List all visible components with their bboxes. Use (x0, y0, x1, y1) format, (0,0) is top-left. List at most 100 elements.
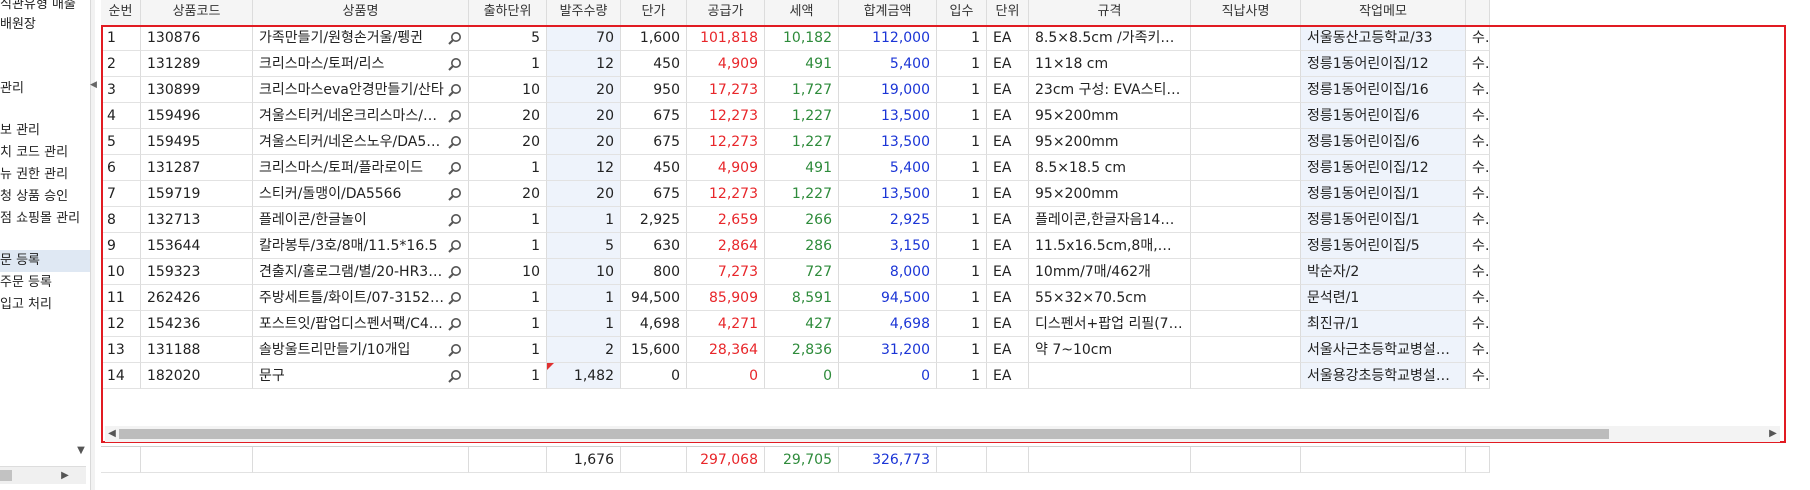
cell-seq[interactable]: 14 (101, 363, 141, 389)
table-row[interactable]: 10 159323 견출지/홀로그램/별/20-HR355/금색 10 10 800 7,2… (101, 259, 1490, 285)
cell-supply[interactable]: 2,659 (687, 207, 765, 233)
cell-vendor[interactable] (1191, 103, 1301, 129)
cell-memo[interactable]: 정릉1동어린이집/6 (1301, 103, 1466, 129)
cell-supply[interactable]: 12,273 (687, 181, 765, 207)
cell-supply[interactable]: 4,271 (687, 311, 765, 337)
cell-memo[interactable]: 정릉1동어린이집/12 (1301, 51, 1466, 77)
cell-name[interactable]: 스티커/돌맹이/DA5566 (253, 181, 469, 207)
cell-total[interactable]: 2,925 (839, 207, 937, 233)
cell-total[interactable]: 112,000 (839, 25, 937, 51)
cell-qty[interactable]: 1 (547, 207, 621, 233)
sidebar-scroll-thumb[interactable] (0, 470, 12, 481)
cell-spec[interactable]: 11×18 cm (1029, 51, 1191, 77)
cell-extra[interactable]: 수 (1466, 311, 1490, 337)
cell-memo[interactable]: 정릉1동어린이집/12 (1301, 155, 1466, 181)
cell-spec[interactable]: 8.5×8.5cm /가족키트, 거… (1029, 25, 1191, 51)
cell-vendor[interactable] (1191, 51, 1301, 77)
sidebar-item-code-management[interactable]: 치 코드 관리 (0, 142, 68, 164)
cell-code[interactable]: 153644 (141, 233, 253, 259)
cell-unit[interactable]: EA (987, 337, 1029, 363)
header-seq[interactable]: 순번 (101, 0, 141, 25)
cell-seq[interactable]: 7 (101, 181, 141, 207)
search-icon[interactable] (448, 57, 462, 71)
cell-code[interactable]: 130899 (141, 77, 253, 103)
cell-supply[interactable]: 85,909 (687, 285, 765, 311)
cell-unit[interactable]: EA (987, 181, 1029, 207)
cell-extra[interactable]: 수 (1466, 181, 1490, 207)
table-row[interactable]: 1 130876 가족만들기/원형손거울/펭귄 5 70 1,600 101,818 10,1… (101, 25, 1490, 51)
header-unit[interactable]: 단위 (987, 0, 1029, 25)
scroll-right-arrow-icon[interactable]: ▶ (1766, 426, 1780, 442)
cell-tax[interactable]: 491 (765, 155, 839, 181)
cell-total[interactable]: 8,000 (839, 259, 937, 285)
table-row[interactable]: 14 182020 문구 1 1,482 0 0 0 0 1 EA 서울용강초등학교병설유치… 수 (101, 363, 1490, 389)
table-row[interactable]: 11 262426 주방세트틀/화이트/07-3152/하페 1 1 94,500 85,9… (101, 285, 1490, 311)
cell-memo[interactable]: 서울용강초등학교병설유치… (1301, 363, 1466, 389)
cell-qty[interactable]: 12 (547, 155, 621, 181)
cell-price[interactable]: 2,925 (621, 207, 687, 233)
cell-vendor[interactable] (1191, 181, 1301, 207)
sidebar-item-order-register-active[interactable]: 문 등록 (0, 250, 92, 272)
cell-per[interactable]: 1 (937, 129, 987, 155)
cell-unit[interactable]: EA (987, 155, 1029, 181)
cell-name[interactable]: 크리스마스/토퍼/리스 (253, 51, 469, 77)
cell-vendor[interactable] (1191, 311, 1301, 337)
cell-seq[interactable]: 4 (101, 103, 141, 129)
search-icon[interactable] (448, 343, 462, 357)
search-icon[interactable] (448, 317, 462, 331)
cell-spec[interactable]: 약 7~10cm (1029, 337, 1191, 363)
table-row[interactable]: 4 159496 겨울스티커/네온크리스마스/DA5547 20 20 675 12,273… (101, 103, 1490, 129)
sidebar-item-ledger[interactable]: 배원장 (0, 14, 36, 36)
cell-spec[interactable]: 디스펜서+팝업 리필(76×7… (1029, 311, 1191, 337)
sidebar-item-receiving[interactable]: 입고 처리 (0, 294, 52, 316)
cell-memo[interactable]: 서울사근초등학교병설유치… (1301, 337, 1466, 363)
cell-memo[interactable]: 문석련/1 (1301, 285, 1466, 311)
header-total[interactable]: 합계금액 (839, 0, 937, 25)
cell-per[interactable]: 1 (937, 259, 987, 285)
header-tax[interactable]: 세액 (765, 0, 839, 25)
cell-spec[interactable] (1029, 363, 1191, 389)
grid-scroll-thumb[interactable] (119, 429, 1609, 439)
cell-qty[interactable]: 20 (547, 181, 621, 207)
cell-ship-unit[interactable]: 20 (469, 103, 547, 129)
cell-spec[interactable]: 23cm 구성: EVA스티커,플… (1029, 77, 1191, 103)
cell-spec[interactable]: 95×200mm (1029, 181, 1191, 207)
cell-price[interactable]: 800 (621, 259, 687, 285)
cell-code[interactable]: 159323 (141, 259, 253, 285)
collapse-sidebar-icon[interactable]: ◀ (90, 78, 97, 92)
cell-unit[interactable]: EA (987, 207, 1029, 233)
table-row[interactable]: 9 153644 칼라봉투/3호/8매/11.5*16.5 1 5 630 2,864 286… (101, 233, 1490, 259)
cell-total[interactable]: 5,400 (839, 51, 937, 77)
table-row[interactable]: 13 131188 솔방울트리만들기/10개입 1 2 15,600 28,364 2,836… (101, 337, 1490, 363)
cell-extra[interactable]: 수 (1466, 25, 1490, 51)
cell-extra[interactable]: 수 (1466, 233, 1490, 259)
cell-code[interactable]: 159495 (141, 129, 253, 155)
cell-unit[interactable]: EA (987, 51, 1029, 77)
cell-tax[interactable]: 1,227 (765, 129, 839, 155)
cell-qty[interactable]: 1 (547, 285, 621, 311)
cell-extra[interactable]: 수 (1466, 285, 1490, 311)
cell-qty[interactable]: 20 (547, 129, 621, 155)
cell-memo[interactable]: 정릉1동어린이집/16 (1301, 77, 1466, 103)
scroll-left-arrow-icon[interactable]: ◀ (105, 426, 119, 442)
cell-per[interactable]: 1 (937, 77, 987, 103)
cell-unit[interactable]: EA (987, 25, 1029, 51)
cell-per[interactable]: 1 (937, 285, 987, 311)
cell-name[interactable]: 플레이콘/한글놀이 (253, 207, 469, 233)
cell-extra[interactable]: 수 (1466, 363, 1490, 389)
cell-ship-unit[interactable]: 1 (469, 311, 547, 337)
cell-vendor[interactable] (1191, 285, 1301, 311)
cell-seq[interactable]: 13 (101, 337, 141, 363)
table-row[interactable]: 2 131289 크리스마스/토퍼/리스 1 12 450 4,909 491 5,400 1 EA… (101, 51, 1490, 77)
cell-spec[interactable]: 95×200mm (1029, 103, 1191, 129)
cell-ship-unit[interactable]: 5 (469, 25, 547, 51)
cell-memo[interactable]: 정릉1동어린이집/1 (1301, 207, 1466, 233)
cell-seq[interactable]: 8 (101, 207, 141, 233)
cell-name[interactable]: 크리스마스eva안경만들기/산타 (253, 77, 469, 103)
sidebar-scroll-down-arrow-icon[interactable]: ▼ (74, 444, 88, 458)
cell-name[interactable]: 주방세트틀/화이트/07-3152/하페 (253, 285, 469, 311)
cell-supply[interactable]: 0 (687, 363, 765, 389)
cell-price[interactable]: 675 (621, 181, 687, 207)
header-qty[interactable]: 발주수량 (547, 0, 621, 25)
cell-memo[interactable]: 정릉1동어린이집/6 (1301, 129, 1466, 155)
